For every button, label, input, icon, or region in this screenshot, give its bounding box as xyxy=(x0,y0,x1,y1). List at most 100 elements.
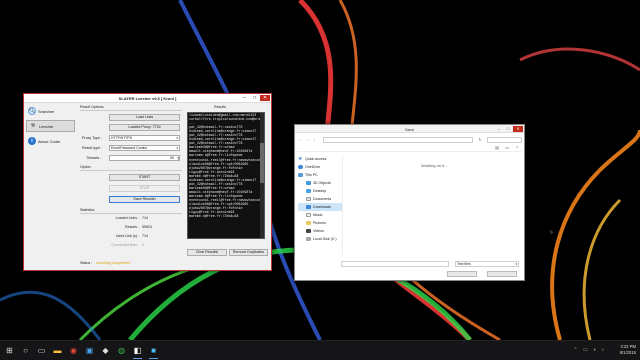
sidebar-item-label: Leecher xyxy=(39,123,54,129)
results-textarea[interactable]: lizaemcloseidee@gmail.com:merek123 curbal… xyxy=(187,112,265,239)
file-list-area[interactable]: Working on it... xyxy=(345,155,554,257)
proxy-type-value: HTTP/HTTPS xyxy=(111,136,132,140)
divider xyxy=(80,110,182,111)
help-icon[interactable]: ? xyxy=(514,145,520,151)
scrollbar-thumb[interactable] xyxy=(260,143,264,183)
nav-item-downloads[interactable]: Downloads xyxy=(298,203,342,211)
app-icon[interactable]: ◧ xyxy=(132,345,143,359)
threads-stepper[interactable]: 50 ▴ ▾ xyxy=(109,155,180,161)
save-button[interactable] xyxy=(447,271,477,277)
disk-icon xyxy=(306,237,311,241)
results-heading: Results xyxy=(214,105,226,109)
store-icon[interactable]: ▣ xyxy=(84,345,95,356)
refresh-icon[interactable]: ↻ xyxy=(477,137,483,143)
proxy-type-label: Proxy Type : xyxy=(82,136,102,140)
computer-icon xyxy=(298,173,303,177)
stat-loaded-links-label: Loaded Links : xyxy=(115,216,139,220)
result-line: eventouski.reeil@free.fr:newswtsecoddes xyxy=(189,157,265,162)
nav-item-documents[interactable]: Documents xyxy=(298,195,342,203)
close-button[interactable]: ✕ xyxy=(513,126,523,132)
remove-duplicates-button[interactable]: Remove Duplicates xyxy=(229,249,268,256)
stat-results-value: 59924 xyxy=(142,225,152,229)
info-icon: i xyxy=(28,137,36,145)
cloud-icon xyxy=(298,165,303,169)
nav-item-quick-access[interactable]: ★ Quick access xyxy=(298,155,342,163)
search-icon[interactable]: ○ xyxy=(20,345,31,356)
cube-icon xyxy=(306,181,311,185)
windows-start-icon[interactable]: ⊞ xyxy=(4,345,15,356)
results-lines: lizaemcloseidee@gmail.com:merek123 curbal… xyxy=(188,113,264,218)
status-label: Status : xyxy=(80,261,93,265)
file-type-select[interactable]: Text files ▾ xyxy=(455,261,519,267)
view-options-icon[interactable]: ▤ xyxy=(494,145,500,151)
close-button[interactable]: ✕ xyxy=(260,95,270,101)
nav-item-label: Desktop xyxy=(313,189,327,193)
app-icon[interactable]: ■ xyxy=(148,345,159,359)
nav-item-label: Documents xyxy=(313,197,332,201)
load-links-button[interactable]: Load Links xyxy=(109,114,180,121)
tools-icon: ⚒ xyxy=(30,123,36,129)
music-icon xyxy=(306,213,311,217)
save-results-button[interactable]: Save Results! xyxy=(109,196,180,203)
minimize-button[interactable]: – xyxy=(240,95,249,101)
window-title: SLAYER Leecher v0.6 [ Kroni ] xyxy=(118,96,177,101)
maximize-button[interactable]: □ xyxy=(250,95,259,101)
chevron-down-icon: ▾ xyxy=(515,262,517,266)
system-tray[interactable]: ⌃ ▭ ◖ ♪ xyxy=(573,347,606,353)
cancel-button[interactable] xyxy=(487,271,517,277)
title-bar[interactable]: Save – □ ✕ xyxy=(295,125,524,133)
stop-button[interactable]: STOP xyxy=(109,185,180,192)
clock[interactable]: 3:32 PM 8/1/2018 xyxy=(620,344,636,356)
sidebar-item-searcher[interactable]: 🔍︎ Searcher xyxy=(26,105,75,117)
task-view-icon[interactable]: ▭ xyxy=(36,345,47,356)
proxy-type-select[interactable]: HTTP/HTTPS ▾ xyxy=(109,135,180,141)
spinner-arrows-icon[interactable]: ▴ ▾ xyxy=(175,156,179,161)
chrome-icon[interactable]: ◉ xyxy=(68,345,79,356)
back-arrow-icon[interactable]: ← xyxy=(297,137,303,143)
nav-item-onedrive[interactable]: OneDrive xyxy=(298,163,342,171)
nav-item-this-pc[interactable]: This PC xyxy=(298,171,342,179)
working-message: Working on it... xyxy=(421,163,448,168)
file-explorer-icon[interactable]: ▬ xyxy=(52,345,63,356)
nav-item-music[interactable]: Music xyxy=(298,211,342,219)
magnifier-icon: 🔍︎ xyxy=(28,107,36,115)
filename-input[interactable] xyxy=(341,261,449,267)
up-arrow-icon[interactable]: ↑ xyxy=(311,137,317,143)
sidebar-item-leecher[interactable]: ⚒ Leecher xyxy=(26,120,75,132)
load-proxy-button[interactable]: Loaded Proxy: 7724 xyxy=(109,124,180,131)
result-options-heading: Result Options xyxy=(80,105,104,109)
maximize-button[interactable]: □ xyxy=(504,126,512,132)
sidebar-item-label: Searcher xyxy=(38,108,55,114)
window-title: Save xyxy=(404,127,415,132)
address-row: ← → ↑ ↻ xyxy=(297,136,522,144)
result-type-select[interactable]: Email:Password Combo ▾ xyxy=(109,145,180,151)
app-icon[interactable]: ◆ xyxy=(100,345,111,356)
nav-item-label: 3D Objects xyxy=(313,181,331,185)
forward-arrow-icon[interactable]: → xyxy=(304,137,310,143)
result-line: curballfire.tropicalsunshine.com@orange.… xyxy=(189,117,264,122)
start-button[interactable]: START xyxy=(109,174,180,181)
sidebar-item-about[interactable]: i About Coder xyxy=(26,135,75,147)
nav-item-3d-objects[interactable]: 3D Objects xyxy=(298,179,342,187)
nav-item-videos[interactable]: Videos xyxy=(298,227,342,235)
title-bar[interactable]: SLAYER Leecher v0.6 [ Kroni ] – □ ✕ xyxy=(24,94,271,103)
nav-item-pictures[interactable]: Pictures xyxy=(298,219,342,227)
stat-connected-bots-label: Connected Bots : xyxy=(111,243,139,247)
chevron-down-icon: ▾ xyxy=(176,146,178,150)
slayer-leecher-window: SLAYER Leecher v0.6 [ Kroni ] – □ ✕ 🔍︎ S… xyxy=(23,93,272,271)
preview-pane-icon[interactable]: ▭ xyxy=(504,145,510,151)
nav-item-local-disk-c[interactable]: Local Disk (C:) xyxy=(298,235,342,243)
nav-item-label: Music xyxy=(313,213,323,217)
nav-item-desktop[interactable]: Desktop xyxy=(298,187,342,195)
sidebar-item-label: About Coder xyxy=(38,138,61,144)
app-icon[interactable]: ◍ xyxy=(116,345,127,356)
statistics-heading: Statistics xyxy=(80,208,95,212)
save-dialog-window: Save – □ ✕ ← → ↑ ↻ ▤ ▭ ? ★ Quick access On… xyxy=(294,124,554,281)
clear-results-button[interactable]: Clear Results! xyxy=(187,249,227,256)
filename-row: Text files ▾ xyxy=(297,260,522,268)
address-bar[interactable] xyxy=(323,137,473,143)
dialog-buttons xyxy=(297,270,522,278)
search-input[interactable] xyxy=(487,137,522,143)
minimize-button[interactable]: – xyxy=(495,126,503,132)
taskbar: ⊞ ○ ▭ ▬ ◉ ▣ ◆ ◍ ◧ ■ ⌃ ▭ ◖ ♪ 3:32 PM 8/1/… xyxy=(0,340,640,360)
